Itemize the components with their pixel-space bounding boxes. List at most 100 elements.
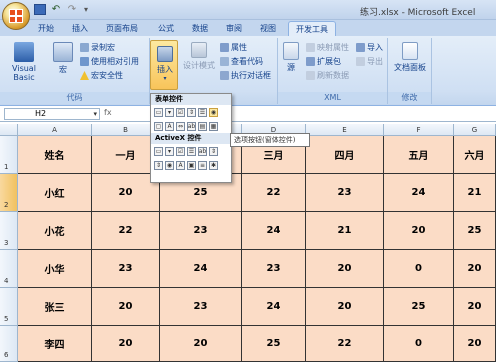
run-dialog-button[interactable]: 执行对话框 bbox=[220, 70, 271, 81]
row-header-2[interactable]: 2 bbox=[0, 174, 18, 212]
tab-developer[interactable]: 开发工具 bbox=[288, 21, 336, 37]
tab-view[interactable]: 视图 bbox=[260, 23, 276, 34]
table-cell[interactable]: 23 bbox=[242, 250, 306, 288]
combo-dropdown-icon[interactable]: ▦ bbox=[209, 121, 218, 131]
table-cell[interactable]: 22 bbox=[306, 326, 384, 362]
tab-page-layout[interactable]: 页面布局 bbox=[106, 23, 138, 34]
table-cell[interactable]: 25 bbox=[242, 326, 306, 362]
record-macro-button[interactable]: 录制宏 bbox=[80, 42, 115, 53]
table-cell[interactable]: 24 bbox=[242, 212, 306, 250]
properties-button[interactable]: 属性 bbox=[220, 42, 247, 53]
row-header-3[interactable]: 3 bbox=[0, 212, 18, 250]
select-all-corner[interactable] bbox=[0, 124, 18, 136]
list-box-icon[interactable]: ☰ bbox=[198, 107, 207, 117]
table-cell[interactable]: 24 bbox=[384, 174, 454, 212]
text-field-icon[interactable]: ab bbox=[187, 121, 196, 131]
source-button[interactable]: 源 bbox=[280, 42, 302, 73]
table-cell[interactable]: 25 bbox=[454, 212, 496, 250]
column-header-f[interactable]: F bbox=[384, 124, 454, 136]
row-header-5[interactable]: 5 bbox=[0, 288, 18, 326]
row-header-6[interactable]: 6 bbox=[0, 326, 18, 362]
relative-reference-button[interactable]: 使用相对引用 bbox=[80, 56, 139, 67]
table-cell[interactable]: 小花 bbox=[18, 212, 92, 250]
activex-image-icon[interactable]: ▣ bbox=[187, 160, 196, 170]
visual-basic-button[interactable]: Visual Basic bbox=[2, 42, 46, 82]
design-mode-button[interactable]: 设计模式 bbox=[182, 42, 216, 71]
qat-dropdown-icon[interactable]: ▾ bbox=[82, 4, 90, 15]
name-box[interactable]: H2 ▾ bbox=[4, 108, 100, 120]
activex-label-icon[interactable]: A bbox=[176, 160, 185, 170]
button-control-icon[interactable]: ▭ bbox=[154, 107, 163, 117]
table-header-cell[interactable]: 姓名 bbox=[18, 136, 92, 174]
table-cell[interactable]: 20 bbox=[454, 250, 496, 288]
row-header-4[interactable]: 4 bbox=[0, 250, 18, 288]
activex-list-box-icon[interactable]: ☰ bbox=[187, 146, 196, 156]
check-box-icon[interactable]: ☑ bbox=[176, 107, 185, 117]
table-cell[interactable]: 小红 bbox=[18, 174, 92, 212]
table-cell[interactable]: 23 bbox=[306, 174, 384, 212]
fx-button[interactable]: fx bbox=[104, 108, 112, 117]
activex-toggle-button-icon[interactable]: ≡ bbox=[198, 160, 207, 170]
table-cell[interactable]: 20 bbox=[454, 288, 496, 326]
table-cell[interactable]: 20 bbox=[306, 288, 384, 326]
scroll-bar-icon[interactable]: ⇔ bbox=[176, 121, 185, 131]
table-cell[interactable]: 23 bbox=[160, 288, 242, 326]
tab-formulas[interactable]: 公式 bbox=[158, 23, 174, 34]
table-cell[interactable]: 0 bbox=[384, 326, 454, 362]
table-cell[interactable]: 22 bbox=[92, 212, 160, 250]
tab-data[interactable]: 数据 bbox=[192, 23, 208, 34]
activex-button-icon[interactable]: ▭ bbox=[154, 146, 163, 156]
column-header-g[interactable]: G bbox=[454, 124, 496, 136]
activex-option-button-icon[interactable]: ◉ bbox=[165, 160, 174, 170]
tab-home[interactable]: 开始 bbox=[38, 23, 54, 34]
tab-review[interactable]: 审阅 bbox=[226, 23, 242, 34]
name-box-dropdown-icon[interactable]: ▾ bbox=[93, 109, 97, 119]
option-button-icon[interactable]: ◉ bbox=[209, 107, 218, 117]
office-button[interactable] bbox=[2, 2, 30, 30]
map-properties-button[interactable]: 映射属性 bbox=[306, 42, 349, 53]
view-code-button[interactable]: 查看代码 bbox=[220, 56, 263, 67]
column-header-e[interactable]: E bbox=[306, 124, 384, 136]
table-cell[interactable]: 23 bbox=[160, 212, 242, 250]
macro-button[interactable]: 宏 bbox=[52, 42, 74, 75]
more-controls-icon[interactable]: ✱ bbox=[209, 160, 218, 170]
export-button[interactable]: 导出 bbox=[356, 56, 383, 67]
table-cell[interactable]: 24 bbox=[160, 250, 242, 288]
combo-list-icon[interactable]: ▤ bbox=[198, 121, 207, 131]
expansion-pack-button[interactable]: 扩展包 bbox=[306, 56, 341, 67]
label-control-icon[interactable]: A bbox=[165, 121, 174, 131]
refresh-data-button[interactable]: 刷新数据 bbox=[306, 70, 349, 81]
table-cell[interactable]: 21 bbox=[306, 212, 384, 250]
redo-icon[interactable]: ↷ bbox=[66, 4, 78, 15]
table-header-cell[interactable]: 六月 bbox=[454, 136, 496, 174]
group-box-icon[interactable]: ▢ bbox=[154, 121, 163, 131]
table-cell[interactable]: 小华 bbox=[18, 250, 92, 288]
column-header-a[interactable]: A bbox=[18, 124, 92, 136]
table-cell[interactable]: 20 bbox=[454, 326, 496, 362]
table-cell[interactable]: 20 bbox=[384, 212, 454, 250]
undo-icon[interactable]: ↶ bbox=[50, 4, 62, 15]
table-header-cell[interactable]: 五月 bbox=[384, 136, 454, 174]
tab-insert[interactable]: 插入 bbox=[72, 23, 88, 34]
table-cell[interactable]: 0 bbox=[384, 250, 454, 288]
document-panel-button[interactable]: 文档面板 bbox=[390, 42, 430, 73]
row-header-1[interactable]: 1 bbox=[0, 136, 18, 174]
import-button[interactable]: 导入 bbox=[356, 42, 383, 53]
spin-button-icon[interactable]: ⇕ bbox=[187, 107, 196, 117]
activex-combo-box-icon[interactable]: ▾ bbox=[165, 146, 174, 156]
table-cell[interactable]: 张三 bbox=[18, 288, 92, 326]
table-cell[interactable]: 21 bbox=[454, 174, 496, 212]
table-header-cell[interactable]: 四月 bbox=[306, 136, 384, 174]
table-cell[interactable]: 李四 bbox=[18, 326, 92, 362]
table-cell[interactable]: 24 bbox=[242, 288, 306, 326]
activex-spin-button-icon[interactable]: ⇕ bbox=[154, 160, 163, 170]
activex-text-box-icon[interactable]: ab bbox=[198, 146, 207, 156]
macro-security-button[interactable]: 宏安全性 bbox=[80, 70, 123, 81]
table-cell[interactable]: 20 bbox=[92, 288, 160, 326]
table-cell[interactable]: 20 bbox=[160, 326, 242, 362]
insert-control-button[interactable]: 插入 ▾ bbox=[152, 46, 178, 82]
table-cell[interactable]: 22 bbox=[242, 174, 306, 212]
table-cell[interactable]: 23 bbox=[92, 250, 160, 288]
table-cell[interactable]: 25 bbox=[384, 288, 454, 326]
activex-check-box-icon[interactable]: ☑ bbox=[176, 146, 185, 156]
